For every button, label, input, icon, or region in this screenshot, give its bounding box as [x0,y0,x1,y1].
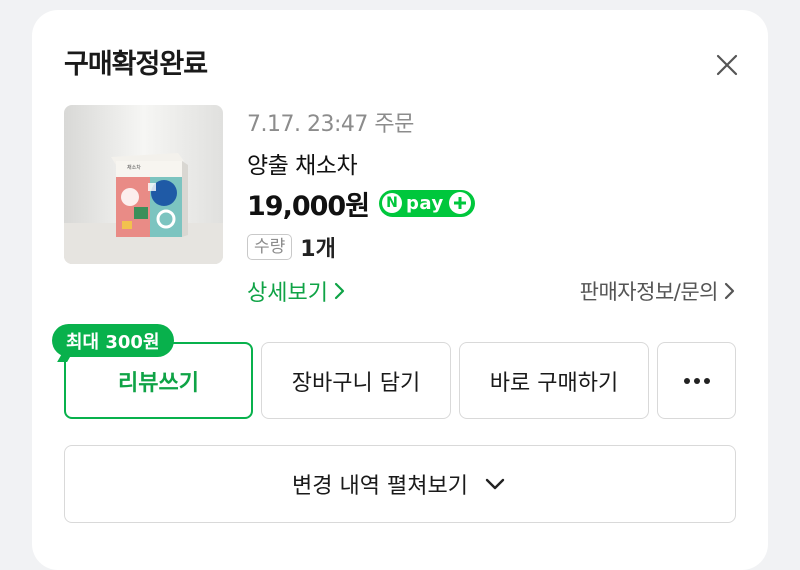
order-card: 구매확정완료 채소차 7.17. 23:47 주문 양출 채소차 19,000원… [32,10,768,570]
price-row: 19,000원 N pay [247,185,475,222]
close-button[interactable] [712,50,742,80]
plus-icon [448,192,471,214]
buy-now-label: 바로 구매하기 [489,370,619,396]
chevron-right-icon [724,282,735,300]
change-history-label: 변경 내역 펼쳐보기 [292,474,468,499]
product-thumbnail[interactable]: 채소차 [64,105,223,264]
seller-info-link[interactable]: 판매자정보/문의 [580,276,736,306]
buy-now-button[interactable]: 바로 구매하기 [459,342,649,419]
close-icon [716,54,738,76]
detail-link[interactable]: 상세보기 [247,276,346,306]
npay-label: pay [406,192,444,214]
chevron-down-icon [485,478,505,490]
quantity-value: 1개 [300,237,336,262]
chevron-right-icon [334,282,345,300]
seller-info-label: 판매자정보/문의 [579,280,719,304]
order-date: 7.17. 23:47 주문 [247,112,414,137]
add-to-cart-button[interactable]: 장바구니 담기 [261,342,451,419]
add-to-cart-label: 장바구니 담기 [291,370,421,396]
review-reward-label: 최대 300원 [66,331,160,353]
review-reward-badge: 최대 300원 [52,324,174,362]
svg-text:채소차: 채소차 [127,164,141,171]
product-image: 채소차 [64,105,223,264]
npay-n-logo: N [382,193,403,213]
change-history-toggle[interactable]: 변경 내역 펼쳐보기 [64,445,736,523]
more-options-button[interactable] [657,342,736,419]
product-name[interactable]: 양출 채소차 [247,146,358,180]
npay-plus-badge: N pay [379,189,475,217]
more-dots-icon [683,377,710,384]
write-review-label: 리뷰쓰기 [118,370,199,396]
quantity-row: 수량 1개 [247,232,336,262]
page-title: 구매확정완료 [64,49,208,80]
product-price: 19,000원 [247,190,370,222]
detail-link-label: 상세보기 [247,281,328,306]
quantity-label: 수량 [247,234,293,260]
